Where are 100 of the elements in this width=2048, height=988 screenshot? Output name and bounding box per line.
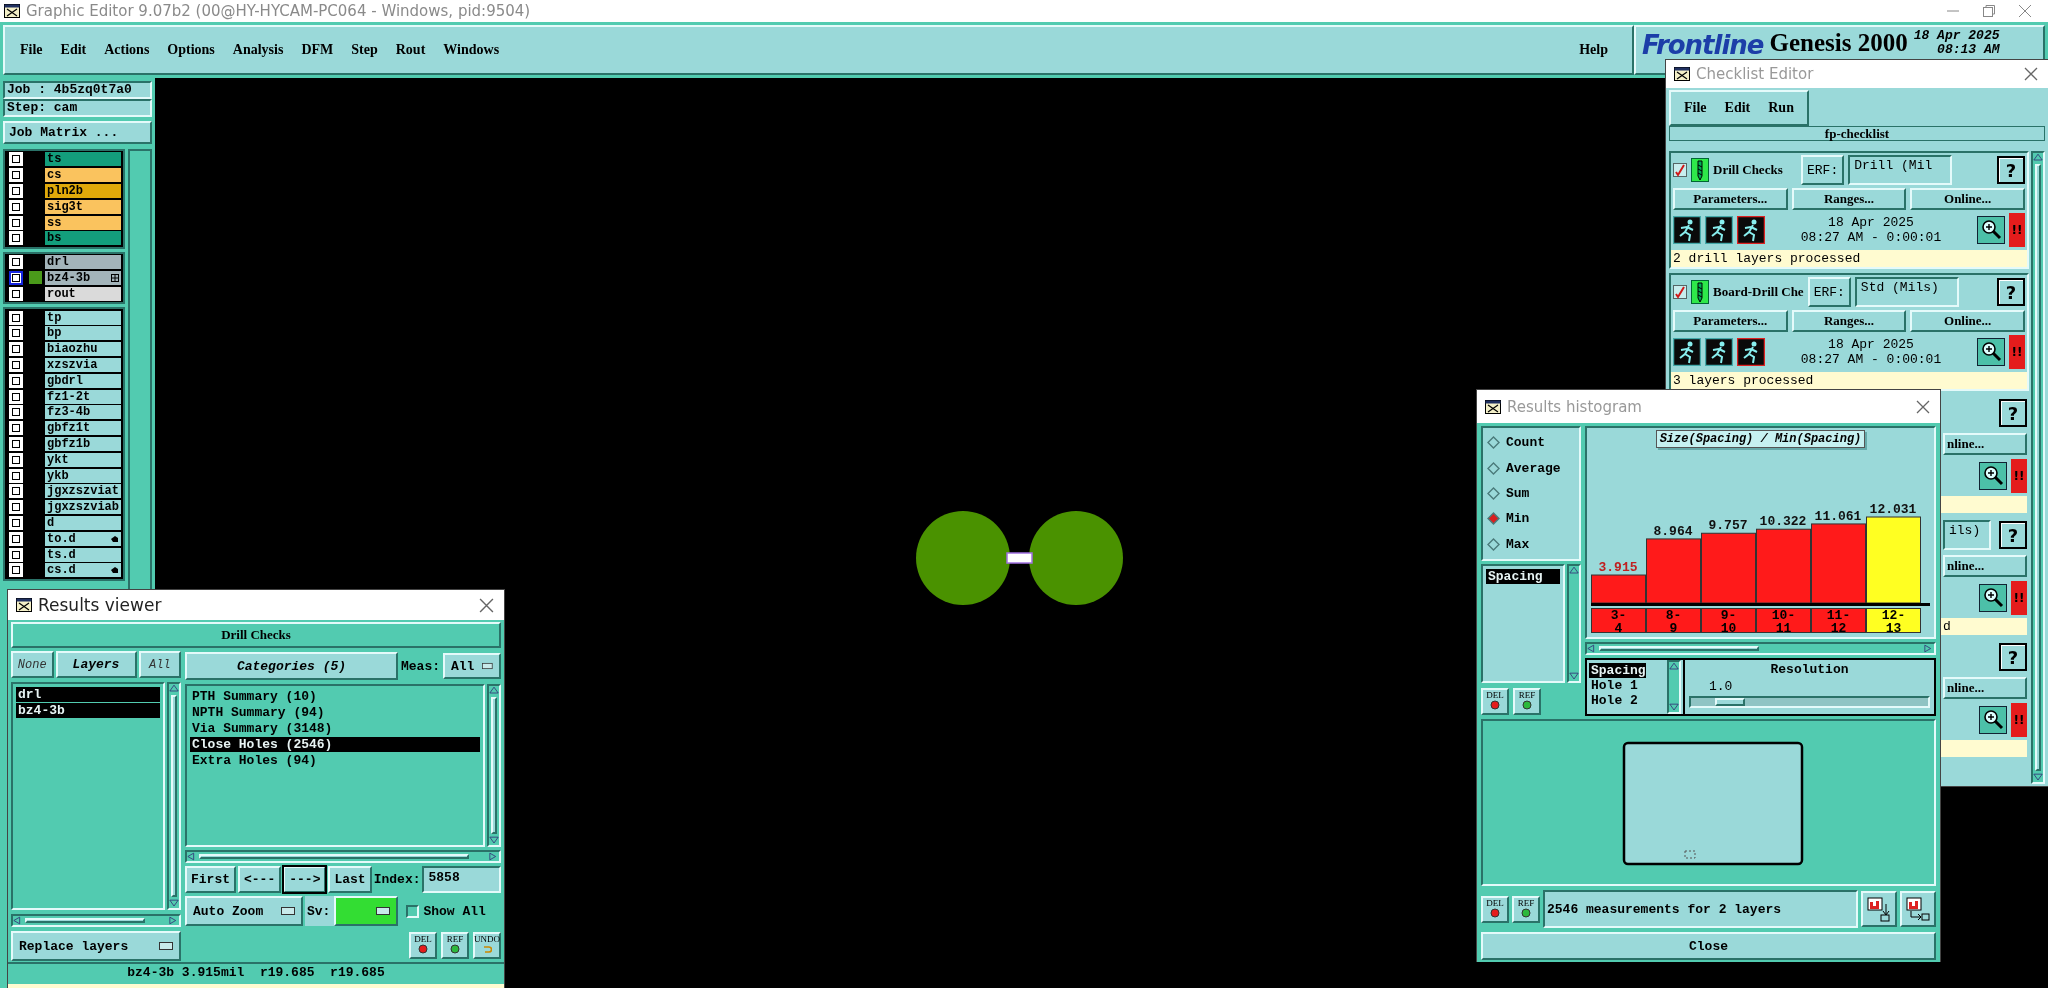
menu-item[interactable]: Actions: [95, 38, 159, 62]
scroll-thumb[interactable]: [2035, 164, 2041, 771]
scroll-arrow-icon[interactable]: [13, 916, 23, 925]
scroll-arrow-icon[interactable]: [2033, 153, 2043, 162]
scroll-arrow-icon[interactable]: [169, 684, 179, 693]
scroll-arrow-icon[interactable]: [1669, 703, 1679, 712]
vertical-scrollbar[interactable]: [1667, 660, 1681, 714]
export-chart-button[interactable]: [1861, 891, 1897, 927]
layer-name[interactable]: jgxzszviat: [45, 484, 121, 499]
menu-item[interactable]: Rout: [386, 38, 435, 62]
scroll-arrow-icon[interactable]: [1924, 644, 1934, 653]
layer-name[interactable]: gbfz1t: [45, 421, 121, 436]
menu-item[interactable]: Analysis: [223, 38, 293, 62]
magnifier-icon[interactable]: [1979, 583, 2007, 612]
scroll-arrow-icon[interactable]: [2033, 773, 2043, 782]
meas-dropdown[interactable]: All: [443, 653, 501, 679]
category-item[interactable]: PTH Summary (10): [190, 689, 480, 704]
layer-name[interactable]: ykt: [45, 452, 121, 467]
erf-button[interactable]: ERF:: [1807, 277, 1851, 307]
layer-name[interactable]: ykb: [45, 468, 121, 483]
layer-name[interactable]: sig3t: [45, 199, 121, 214]
filter-tab[interactable]: None: [11, 651, 54, 678]
radio-indicator[interactable]: [1487, 537, 1500, 551]
vertical-scrollbar[interactable]: [167, 682, 181, 910]
partial-option-button[interactable]: nline...: [1943, 677, 2027, 700]
scroll-thumb[interactable]: [491, 697, 497, 834]
radio-indicator[interactable]: [1487, 461, 1500, 475]
magnifier-icon[interactable]: [1979, 705, 2007, 734]
measure-item[interactable]: Spacing: [1486, 569, 1560, 584]
scroll-thumb[interactable]: [171, 695, 177, 897]
layer-name[interactable]: jgxzszviab: [45, 500, 121, 515]
filter-tab[interactable]: Layers: [55, 651, 137, 678]
layer-name[interactable]: ss: [45, 215, 121, 230]
replace-mode-dropdown[interactable]: Replace layers: [11, 931, 181, 961]
layer-name[interactable]: ts.d: [45, 547, 121, 562]
index-field[interactable]: 5858: [422, 866, 501, 893]
running-figure-icon[interactable]: [1737, 216, 1765, 244]
layer-name[interactable]: biaozhu: [45, 342, 121, 357]
action-button[interactable]: REF: [441, 931, 469, 959]
layer-name[interactable]: bs: [45, 231, 121, 246]
horizontal-scrollbar[interactable]: [1585, 642, 1936, 655]
menu-item[interactable]: Run: [1759, 96, 1803, 120]
help-button[interactable]: ?: [1997, 156, 2025, 184]
scroll-arrow-icon[interactable]: [1669, 662, 1679, 671]
menu-item[interactable]: Edit: [51, 38, 96, 62]
close-button[interactable]: [2022, 65, 2040, 83]
scroll-arrow-icon[interactable]: [489, 686, 499, 695]
layer-name[interactable]: fz3-4b: [45, 405, 121, 420]
menu-item[interactable]: File: [1675, 96, 1716, 120]
aggregate-option[interactable]: Count: [1487, 435, 1575, 451]
check-option-button[interactable]: Parameters...: [1673, 188, 1788, 210]
action-button[interactable]: DEL: [1481, 687, 1509, 715]
layer-name[interactable]: bp: [45, 326, 121, 341]
checkbox[interactable]: [1673, 285, 1687, 299]
restore-icon[interactable]: [1982, 4, 1996, 18]
field-item[interactable]: Hole 2: [1589, 693, 1638, 708]
scroll-thumb[interactable]: [25, 918, 145, 923]
layer-selector[interactable]: [9, 270, 23, 285]
checkbox[interactable]: [1673, 163, 1687, 177]
menu-item[interactable]: DFM: [292, 38, 343, 62]
help-button[interactable]: ?: [1999, 399, 2027, 428]
aggregate-option[interactable]: Sum: [1487, 485, 1575, 501]
layer-name[interactable]: bz4-3b: [45, 270, 121, 285]
layer-name[interactable]: pln2b: [45, 184, 121, 198]
action-button[interactable]: REF: [1513, 687, 1541, 715]
erf-button[interactable]: ERF:: [1801, 155, 1845, 185]
vertical-scrollbar[interactable]: [487, 684, 501, 847]
erf-field[interactable]: Drill (Mil: [1848, 155, 1953, 185]
job-matrix-button[interactable]: Job Matrix ...: [3, 121, 152, 144]
close-button[interactable]: Close: [1481, 932, 1936, 960]
layer-name[interactable]: tp: [45, 310, 121, 325]
magnifier-icon[interactable]: [1979, 461, 2007, 490]
nav-button[interactable]: Last: [328, 866, 372, 893]
help-button[interactable]: ?: [1997, 278, 2025, 306]
vertical-scrollbar[interactable]: [1567, 564, 1581, 683]
menu-item[interactable]: Edit: [1715, 96, 1760, 120]
running-figure-icon[interactable]: [1673, 338, 1701, 366]
running-figure-icon[interactable]: [1705, 338, 1733, 366]
action-button[interactable]: REF: [1512, 895, 1540, 923]
nav-button[interactable]: --->: [283, 866, 327, 893]
scroll-thumb[interactable]: [1599, 646, 1759, 651]
scroll-arrow-icon[interactable]: [1569, 672, 1579, 681]
layer-name[interactable]: cs: [45, 168, 121, 183]
horizontal-scrollbar[interactable]: [185, 850, 501, 863]
check-option-button[interactable]: Online...: [1910, 310, 2025, 332]
horizontal-scrollbar[interactable]: [11, 914, 181, 927]
layer-name[interactable]: fz1-2t: [45, 389, 121, 404]
category-item[interactable]: Close Holes (2546): [190, 737, 480, 752]
import-chart-button[interactable]: [1900, 891, 1936, 927]
category-item[interactable]: Via Summary (3148): [190, 721, 480, 736]
close-icon[interactable]: [2018, 4, 2032, 18]
erf-field[interactable]: ils): [1943, 520, 1991, 551]
scroll-arrow-icon[interactable]: [187, 852, 197, 861]
resolution-slider[interactable]: [1689, 696, 1930, 708]
scroll-arrow-icon[interactable]: [1569, 566, 1579, 575]
scroll-arrow-icon[interactable]: [1587, 644, 1597, 653]
magnifier-icon[interactable]: [1977, 216, 2005, 244]
partial-option-button[interactable]: nline...: [1943, 555, 2027, 578]
layer-name[interactable]: d: [45, 515, 121, 530]
radio-indicator[interactable]: [1487, 512, 1500, 526]
